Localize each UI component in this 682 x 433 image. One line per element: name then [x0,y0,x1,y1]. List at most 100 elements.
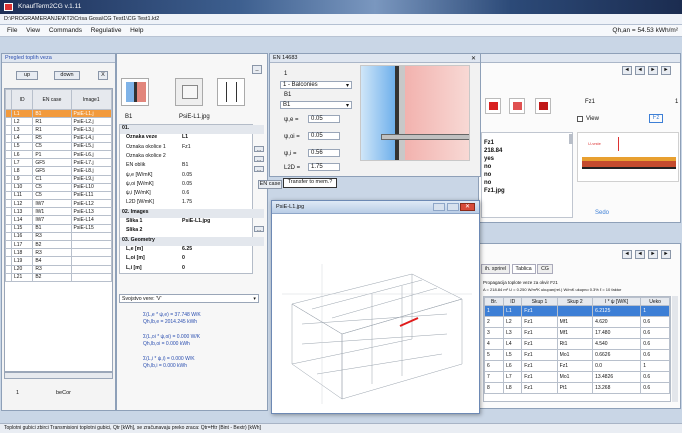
en-subcase: B1 [284,92,292,98]
view-checkbox[interactable] [577,116,583,122]
property-row[interactable]: Slika 1 PsiE-L1.jpg [120,218,264,227]
property-row[interactable]: Oznaka okolice 2 [120,153,264,162]
table-row[interactable]: L1 B1 PsiE-L1.j [5,108,112,119]
fz-button[interactable]: Fz [649,114,663,123]
table-row[interactable]: L9 C1 PsiE-L9.j [5,174,112,184]
nav-last-button[interactable]: ► [661,250,671,259]
wall-icon[interactable] [485,98,501,114]
table-cell: IW7 [32,199,72,209]
nav-first-button[interactable]: ◄ [622,250,632,259]
property-row[interactable]: 01. [120,125,264,134]
property-row[interactable]: ψ,i [W/mK] 0.6 [120,190,264,199]
case-dropdown[interactable]: B1 ▾ [280,101,352,109]
menu-view[interactable]: View [26,27,40,34]
table-row[interactable]: 7 L7 Fz1 Mo1 13.4826 0.6 [484,371,670,384]
table-row[interactable]: L4 R5 PsiE-L4.j [5,133,112,143]
nav-last-button[interactable]: ► [661,66,671,75]
horizontal-scrollbar[interactable] [4,372,113,379]
table-row[interactable]: L2 R1 PsiE-L2.j [5,117,112,127]
table-row[interactable]: L12 IW7 PsiE-L12 [5,199,112,209]
window-icon[interactable] [509,98,525,114]
property-key: 02. Images [122,208,149,215]
table-row[interactable]: L3 R1 PsiE-L3.j [5,125,112,135]
roof-icon[interactable] [535,98,551,114]
tab-spirel[interactable]: ih. sprirel [481,264,511,274]
thermal-bridge-panel: Pregled toplih veza up down X ID EN case… [1,53,116,411]
grid-button-1[interactable]: … [254,146,264,153]
image-popup-titlebar: PsiE-L1.jpg ✕ [272,201,479,214]
property-row[interactable]: ψ,oi [W/mK] 0.05 [120,181,264,190]
category-dropdown[interactable]: 1 - Balconies ▾ [280,81,352,89]
table-row[interactable]: L6 P1 PsiE-L6.j [5,149,112,160]
table-row[interactable]: L21 B2 [5,272,112,282]
property-row[interactable]: 03. Geometry [120,236,264,246]
menu-file[interactable]: File [7,27,17,34]
table-row[interactable]: L5 C5 PsiE-L5.j [5,141,112,151]
property-row[interactable]: Slika 2 [120,227,264,236]
table-cell: L6 [10,149,34,160]
psi-oi-input[interactable]: 0.05 [308,132,340,140]
table-row[interactable]: L20 R3 [5,264,112,274]
table-row[interactable]: L11 C5 PsiE-L11 [5,190,112,201]
results-scrollbar[interactable] [672,296,678,402]
table-row[interactable]: 5 L5 Fz1 Mo1 0.6626 0.6 [484,349,670,362]
table-row[interactable]: L10 C5 PsiE-L10 [5,182,112,192]
zone-dropdown[interactable]: Fz1 [585,99,595,105]
property-row[interactable]: Oznaka veze L1 [120,134,264,143]
property-row[interactable]: L,i [m] 0 [120,265,264,274]
table-row[interactable]: L19 B4 [5,256,112,266]
property-row[interactable]: L,oi [m] 0 [120,255,264,264]
minimize-icon[interactable] [433,203,445,211]
property-row[interactable]: L,e [m] 6.25 [120,246,264,255]
property-row[interactable]: ψ,e [W/mK] 0.05 [120,172,264,181]
down-button[interactable]: down [54,71,80,80]
nav-prev-button[interactable]: ◄ [635,66,645,75]
menu-commands[interactable]: Commands [49,27,82,34]
maximize-icon[interactable] [447,203,459,211]
menu-help[interactable]: Help [130,27,143,34]
table-row[interactable]: L16 R3 [5,231,112,242]
nav-next-button[interactable]: ► [648,250,658,259]
psi-e-label: ψ,e = [284,117,299,123]
table-row[interactable]: 2 L2 Fz1 Mf1 4.620 0.6 [484,316,670,329]
table-row[interactable]: 3 L3 Fz1 Mf1 17.480 0.6 [484,327,670,340]
table-row[interactable]: 6 L6 Fz1 Fz1 0.0 1 [484,360,670,373]
en-case-button[interactable]: EN case [258,180,282,189]
property-row[interactable]: 02. Images [120,208,264,218]
tab-table[interactable]: Tablica [511,264,536,274]
table-row[interactable]: L14 IW7 PsiE-L14 [5,215,112,225]
table-row[interactable]: 1 L1 Fz1 6.2125 1 [484,305,670,318]
property-dropdown[interactable]: Svojstvo vere: 'V' ▾ [119,294,259,303]
table-row[interactable]: L18 R3 [5,248,112,258]
table-row[interactable]: L15 B1 PsiE-L15 [5,223,112,233]
table-row[interactable]: L17 B2 [5,239,112,250]
table-row[interactable]: L8 GF5 PsiE-L8.j [5,166,112,176]
psi-e-input[interactable]: 0.05 [308,115,340,123]
menu-regulative[interactable]: Regulative [91,27,122,34]
delete-button[interactable]: X [98,71,108,80]
minimize-button[interactable]: _ [252,65,262,74]
table-cell: L1 [503,305,523,318]
close-icon[interactable]: ✕ [471,55,476,62]
table-row[interactable]: L13 IW1 PsiE-L13 [5,207,112,217]
psi-i-input[interactable]: 0.56 [308,149,340,157]
l2d-input[interactable]: 1.75 [308,163,340,171]
table-row[interactable]: 8 L8 Fz1 Pt1 13.268 0.6 [484,382,670,395]
grid-button-3[interactable]: … [254,166,264,173]
close-icon[interactable]: ✕ [460,203,475,211]
property-row[interactable]: L2D [W/mK] 1.75 [120,199,264,208]
summary-scrollbar[interactable] [569,134,573,144]
tab-cg[interactable]: CG [537,264,553,274]
grid-button-4[interactable]: … [254,226,264,233]
property-key: 01. [122,125,130,131]
table-row[interactable]: 4 L4 Fz1 Rt1 4.540 0.6 [484,338,670,351]
transfer-button[interactable]: Transfer to mem.? [283,178,337,188]
nav-first-button[interactable]: ◄ [622,66,632,75]
property-row[interactable]: EN oblik B1 [120,162,264,171]
table-row[interactable]: L7 GF5 PsiE-L7.j [5,158,112,168]
nav-next-button[interactable]: ► [648,66,658,75]
grid-button-2[interactable]: … [254,156,264,163]
up-button[interactable]: up [16,71,38,80]
nav-prev-button[interactable]: ◄ [635,250,645,259]
property-row[interactable]: Oznaka okolice 1 Fz1 [120,144,264,153]
